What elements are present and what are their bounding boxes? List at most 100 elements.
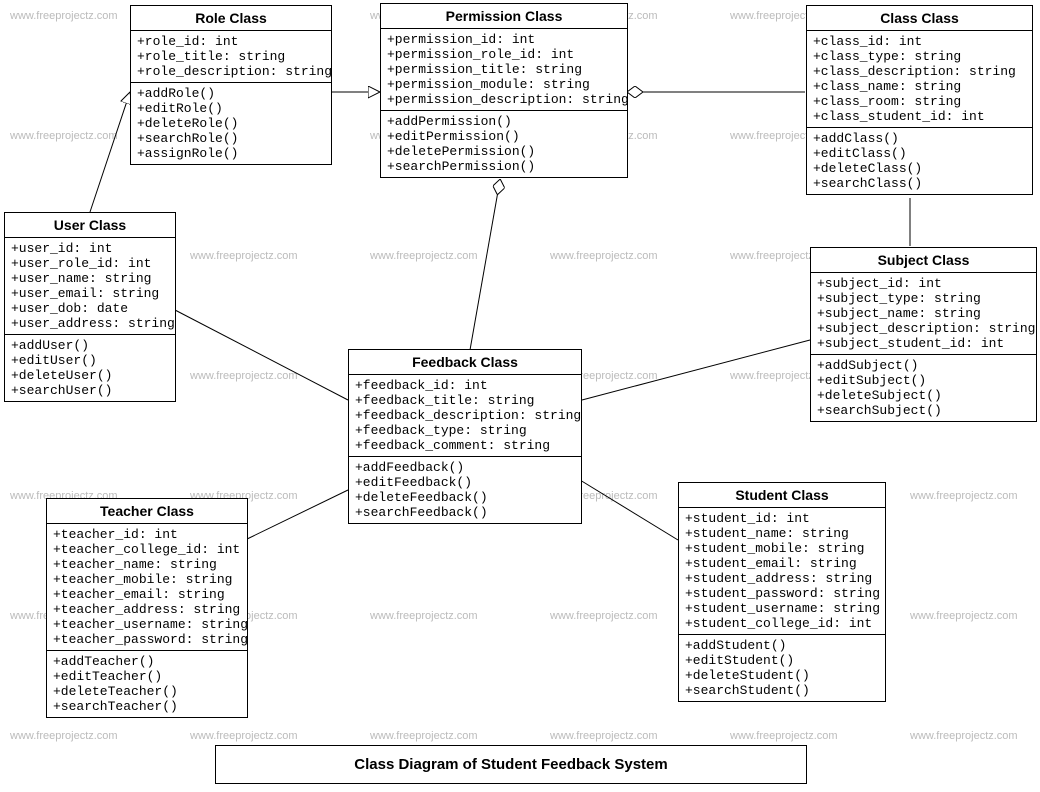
uml-member: +role_description: string	[137, 64, 325, 79]
uml-member: +editPermission()	[387, 129, 621, 144]
uml-member: +addTeacher()	[53, 654, 241, 669]
uml-member: +editUser()	[11, 353, 169, 368]
uml-member: +editRole()	[137, 101, 325, 116]
uml-member: +teacher_name: string	[53, 557, 241, 572]
uml-member: +user_role_id: int	[11, 256, 169, 271]
uml-member: +editFeedback()	[355, 475, 575, 490]
uml-member: +teacher_id: int	[53, 527, 241, 542]
class-attributes: +student_id: int+student_name: string+st…	[679, 508, 885, 635]
class-student: Student Class +student_id: int+student_n…	[678, 482, 886, 702]
watermark-text: www.freeprojectz.com	[550, 730, 658, 742]
uml-member: +searchClass()	[813, 176, 1026, 191]
uml-member: +feedback_description: string	[355, 408, 575, 423]
uml-member: +deleteSubject()	[817, 388, 1030, 403]
uml-member: +addSubject()	[817, 358, 1030, 373]
uml-member: +student_id: int	[685, 511, 879, 526]
class-operations: +addStudent()+editStudent()+deleteStuden…	[679, 635, 885, 701]
class-title: Role Class	[131, 6, 331, 31]
uml-member: +addStudent()	[685, 638, 879, 653]
class-title: Teacher Class	[47, 499, 247, 524]
uml-member: +editTeacher()	[53, 669, 241, 684]
class-attributes: +subject_id: int+subject_type: string+su…	[811, 273, 1036, 355]
uml-member: +subject_description: string	[817, 321, 1030, 336]
uml-member: +subject_id: int	[817, 276, 1030, 291]
watermark-text: www.freeprojectz.com	[190, 250, 298, 262]
class-title: Subject Class	[811, 248, 1036, 273]
uml-member: +permission_title: string	[387, 62, 621, 77]
uml-member: +deleteClass()	[813, 161, 1026, 176]
uml-member: +editClass()	[813, 146, 1026, 161]
uml-member: +deletePermission()	[387, 144, 621, 159]
class-attributes: +class_id: int+class_type: string+class_…	[807, 31, 1032, 128]
uml-member: +addFeedback()	[355, 460, 575, 475]
class-operations: +addFeedback()+editFeedback()+deleteFeed…	[349, 457, 581, 523]
uml-member: +deleteStudent()	[685, 668, 879, 683]
watermark-text: www.freeprojectz.com	[730, 730, 838, 742]
uml-member: +searchFeedback()	[355, 505, 575, 520]
uml-member: +addClass()	[813, 131, 1026, 146]
class-operations: +addPermission()+editPermission()+delete…	[381, 111, 627, 177]
class-feedback: Feedback Class +feedback_id: int+feedbac…	[348, 349, 582, 524]
uml-member: +user_name: string	[11, 271, 169, 286]
class-title: Class Class	[807, 6, 1032, 31]
class-attributes: +role_id: int+role_title: string+role_de…	[131, 31, 331, 83]
uml-member: +class_type: string	[813, 49, 1026, 64]
uml-member: +student_mobile: string	[685, 541, 879, 556]
uml-member: +teacher_mobile: string	[53, 572, 241, 587]
uml-member: +searchTeacher()	[53, 699, 241, 714]
class-attributes: +user_id: int+user_role_id: int+user_nam…	[5, 238, 175, 335]
uml-member: +student_email: string	[685, 556, 879, 571]
uml-member: +deleteFeedback()	[355, 490, 575, 505]
uml-member: +user_address: string	[11, 316, 169, 331]
uml-member: +permission_id: int	[387, 32, 621, 47]
watermark-text: www.freeprojectz.com	[910, 730, 1018, 742]
uml-member: +searchStudent()	[685, 683, 879, 698]
class-title: Student Class	[679, 483, 885, 508]
uml-member: +teacher_username: string	[53, 617, 241, 632]
uml-member: +student_address: string	[685, 571, 879, 586]
uml-member: +feedback_comment: string	[355, 438, 575, 453]
watermark-text: www.freeprojectz.com	[190, 730, 298, 742]
uml-member: +feedback_id: int	[355, 378, 575, 393]
uml-member: +editSubject()	[817, 373, 1030, 388]
uml-member: +role_id: int	[137, 34, 325, 49]
uml-member: +subject_name: string	[817, 306, 1030, 321]
class-attributes: +teacher_id: int+teacher_college_id: int…	[47, 524, 247, 651]
caption-text: Class Diagram of Student Feedback System	[354, 756, 667, 773]
uml-member: +subject_student_id: int	[817, 336, 1030, 351]
class-operations: +addSubject()+editSubject()+deleteSubjec…	[811, 355, 1036, 421]
uml-member: +addPermission()	[387, 114, 621, 129]
uml-member: +searchRole()	[137, 131, 325, 146]
uml-member: +permission_module: string	[387, 77, 621, 92]
uml-member: +teacher_college_id: int	[53, 542, 241, 557]
uml-member: +addRole()	[137, 86, 325, 101]
watermark-text: www.freeprojectz.com	[370, 730, 478, 742]
uml-member: +addUser()	[11, 338, 169, 353]
uml-member: +class_room: string	[813, 94, 1026, 109]
watermark-text: www.freeprojectz.com	[550, 250, 658, 262]
uml-member: +user_email: string	[11, 286, 169, 301]
uml-member: +searchSubject()	[817, 403, 1030, 418]
class-operations: +addRole()+editRole()+deleteRole()+searc…	[131, 83, 331, 164]
class-operations: +addUser()+editUser()+deleteUser()+searc…	[5, 335, 175, 401]
class-attributes: +feedback_id: int+feedback_title: string…	[349, 375, 581, 457]
class-title: Permission Class	[381, 4, 627, 29]
uml-member: +searchPermission()	[387, 159, 621, 174]
uml-member: +user_dob: date	[11, 301, 169, 316]
watermark-text: www.freeprojectz.com	[190, 370, 298, 382]
class-class: Class Class +class_id: int+class_type: s…	[806, 5, 1033, 195]
class-teacher: Teacher Class +teacher_id: int+teacher_c…	[46, 498, 248, 718]
uml-member: +student_password: string	[685, 586, 879, 601]
uml-member: +feedback_type: string	[355, 423, 575, 438]
uml-member: +searchUser()	[11, 383, 169, 398]
class-user: User Class +user_id: int+user_role_id: i…	[4, 212, 176, 402]
uml-member: +teacher_password: string	[53, 632, 241, 647]
uml-member: +feedback_title: string	[355, 393, 575, 408]
uml-member: +teacher_email: string	[53, 587, 241, 602]
uml-member: +deleteTeacher()	[53, 684, 241, 699]
uml-member: +student_name: string	[685, 526, 879, 541]
class-title: Feedback Class	[349, 350, 581, 375]
class-subject: Subject Class +subject_id: int+subject_t…	[810, 247, 1037, 422]
class-operations: +addTeacher()+editTeacher()+deleteTeache…	[47, 651, 247, 717]
diagram-caption: Class Diagram of Student Feedback System	[215, 745, 807, 784]
